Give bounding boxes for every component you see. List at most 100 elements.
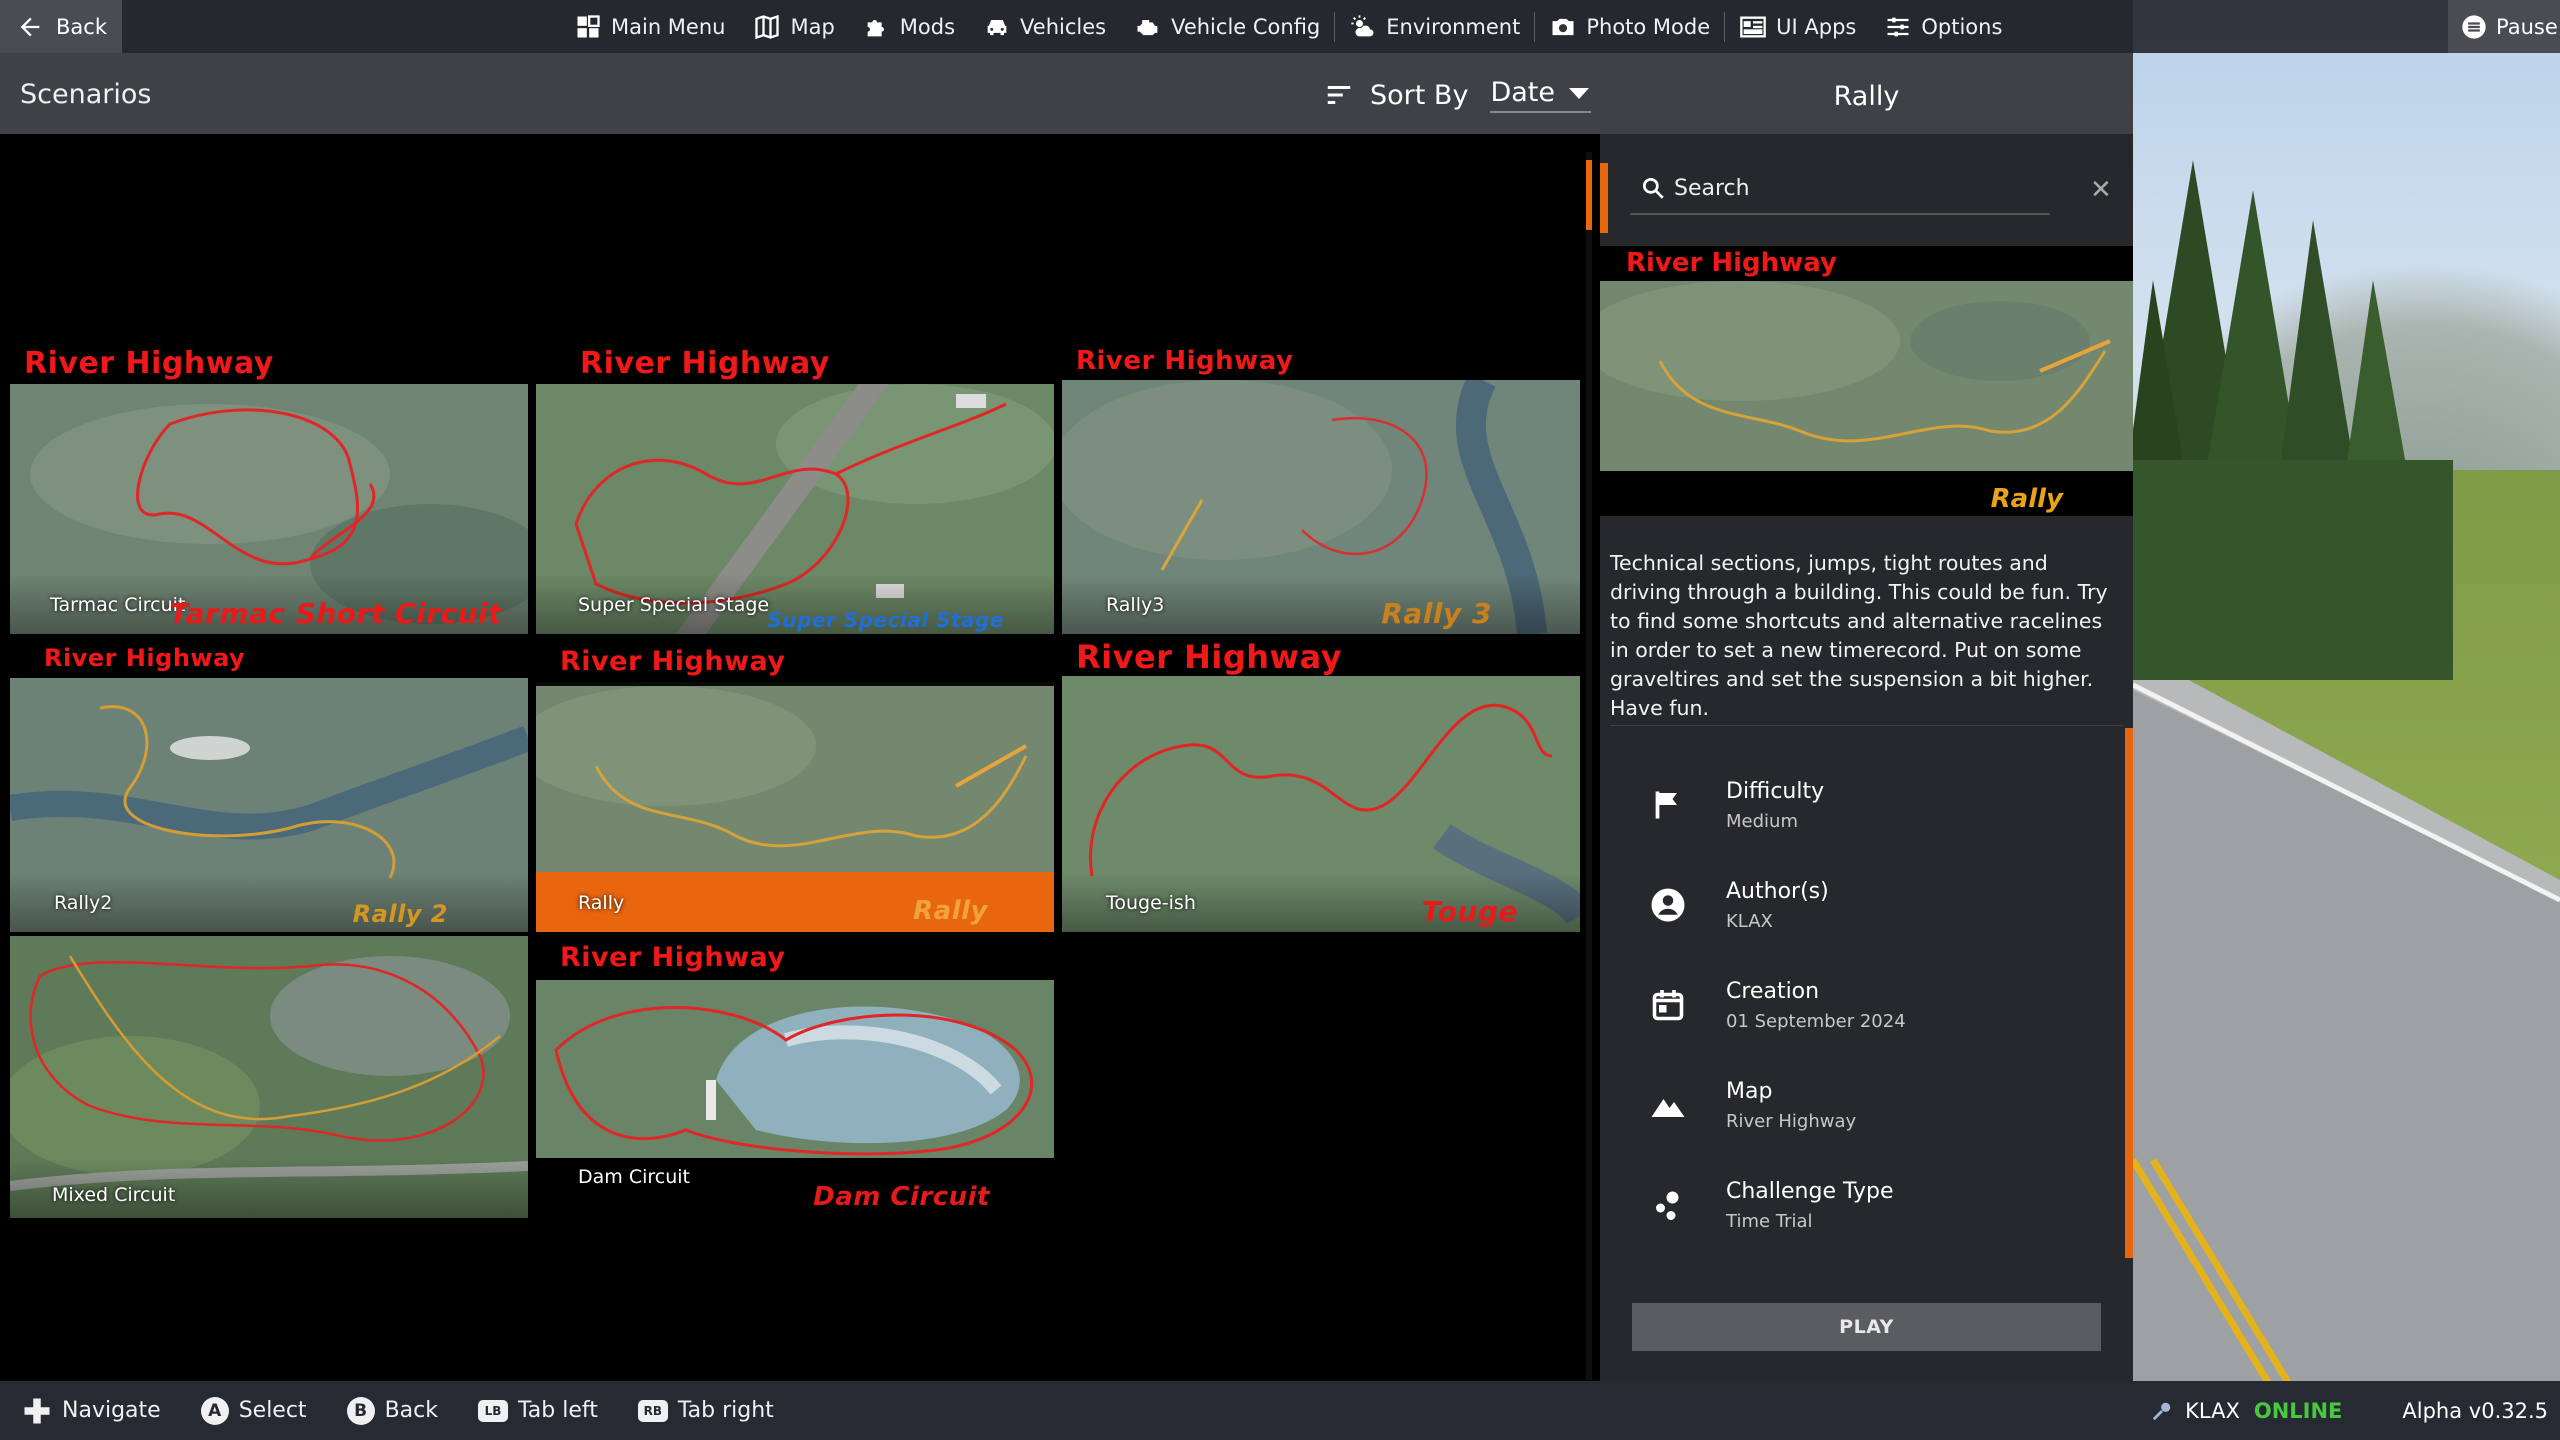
car-icon: [987, 19, 1007, 35]
scenario-tile-touge-ish[interactable]: River Highway Touge-ish Touge: [1062, 638, 1580, 932]
scenario-tile-dam-circuit[interactable]: River Highway Dam Circuit Dam Circuit: [536, 936, 1054, 1218]
scenario-description: Technical sections, jumps, tight routes …: [1610, 551, 2108, 720]
info-value: Time Trial: [1726, 1211, 1813, 1232]
game-viewport: [2133, 0, 2560, 1440]
scenario-grid: River Highway Tarmac Circuit Tarmac Shor…: [0, 134, 1584, 1381]
user-icon: [1651, 888, 1685, 922]
info-creation: Creation 01 September 2024: [1650, 977, 2090, 1037]
tile-map-name: River Highway: [24, 346, 274, 381]
ui-apps-icon: [1740, 16, 1766, 37]
tile-map-name: River Highway: [580, 346, 830, 381]
version-label: Alpha v0.32.5: [2402, 1398, 2548, 1423]
tile-scenario-logo: Tarmac Short Circuit: [169, 597, 502, 630]
info-challenge-type: Challenge Type Time Trial: [1650, 1177, 2090, 1237]
mountain-icon: [1651, 1099, 1685, 1117]
scenario-tile-super-special-stage[interactable]: River Highway Super Special Stage Super …: [536, 340, 1054, 634]
engine-icon: [1137, 19, 1158, 35]
nav-ui-apps[interactable]: UI Apps: [1725, 0, 1870, 53]
sort-value: Date: [1490, 77, 1555, 108]
search-input[interactable]: Search: [1630, 163, 2050, 215]
tile-scenario-logo: Rally: [913, 896, 988, 926]
tile-scenario-logo: Rally 3: [1381, 597, 1492, 630]
info-label: Challenge Type: [1726, 1179, 1894, 1204]
nav-map[interactable]: Map: [739, 0, 848, 53]
tile-map-name: River Highway: [560, 942, 786, 973]
b-button-icon: B: [346, 1396, 375, 1425]
sort-icon: [1327, 86, 1351, 104]
search-icon: [1642, 177, 1664, 199]
grid-scrollbar-track[interactable]: [1586, 152, 1592, 1380]
pause-button[interactable]: Pause: [2448, 0, 2560, 53]
grid-scrollbar-thumb[interactable]: [1586, 160, 1592, 230]
nav-mods[interactable]: Mods: [849, 0, 969, 53]
hint-select: A Select: [200, 1396, 307, 1425]
sliders-icon: [1887, 17, 1909, 36]
preview-map-name: River Highway: [1626, 248, 1837, 278]
divider: [1610, 725, 2123, 726]
nav-environment[interactable]: Environment: [1335, 0, 1534, 53]
info-value: Medium: [1726, 811, 1798, 832]
username: KLAX: [2185, 1398, 2240, 1423]
hint-label: Select: [238, 1398, 307, 1423]
tile-scenario-logo: Touge: [1421, 895, 1518, 928]
scenario-tile-rally3[interactable]: River Highway Rally3 Rally 3: [1062, 340, 1580, 634]
arrow-left-icon: [20, 17, 40, 36]
lb-button-icon: LB: [477, 1399, 508, 1422]
search-box[interactable]: Search ✕: [1600, 163, 2130, 233]
hint-label: Navigate: [62, 1398, 161, 1423]
sort-control[interactable]: Sort By Date: [1322, 77, 1591, 113]
challenge-icon: [1656, 1191, 1679, 1220]
tile-scenario-name: Rally2: [54, 892, 113, 914]
a-button-icon: A: [200, 1396, 229, 1425]
tile-scenario-logo: Dam Circuit: [813, 1182, 990, 1212]
calendar-icon: [1652, 990, 1684, 1021]
scenario-preview: River Highway Rally: [1600, 246, 2133, 516]
nav-photo-mode[interactable]: Photo Mode: [1535, 0, 1724, 53]
preview-scenario-logo: Rally: [1990, 484, 2063, 514]
sort-dropdown[interactable]: Date: [1490, 77, 1591, 113]
tile-map-name: River Highway: [560, 646, 786, 677]
main-menu-icon: [577, 14, 600, 37]
scenario-tile-mixed-circuit[interactable]: Mixed Circuit: [10, 936, 528, 1218]
flag-icon: [1655, 791, 1677, 819]
search-focus-accent: [1600, 163, 1608, 233]
search-placeholder: Search: [1674, 175, 1750, 201]
user-account[interactable]: KLAX: [2151, 1399, 2240, 1423]
tile-scenario-name: Touge-ish: [1106, 892, 1196, 914]
scenario-tile-rally[interactable]: River Highway Rally Rally: [536, 638, 1054, 932]
nav-vehicle-config[interactable]: Vehicle Config: [1120, 0, 1334, 53]
game-ui: Back Main Menu Map Mods Vehicles Vehicle: [0, 0, 2560, 1440]
detail-scrollbar[interactable]: [2125, 728, 2133, 1258]
info-label: Creation: [1726, 979, 1820, 1004]
back-button[interactable]: Back: [0, 0, 122, 53]
tree-line: [2133, 160, 2453, 680]
info-map: Map River Highway: [1650, 1077, 2090, 1137]
scenarios-header: Scenarios Sort By Date: [0, 53, 1600, 134]
scenario-tile-tarmac-circuit[interactable]: River Highway Tarmac Circuit Tarmac Shor…: [10, 340, 528, 634]
nav-label: Environment: [1386, 14, 1521, 39]
info-value: 01 September 2024: [1726, 1011, 1906, 1032]
info-label: Difficulty: [1726, 779, 1825, 804]
dpad-icon: [24, 1398, 50, 1423]
rb-button-icon: RB: [637, 1399, 668, 1422]
info-authors: Author(s) KLAX: [1650, 877, 2090, 937]
nav-vehicles[interactable]: Vehicles: [969, 0, 1120, 53]
scenario-tile-rally2[interactable]: River Highway Rally2 Rally 2: [10, 638, 528, 932]
nav-main-menu[interactable]: Main Menu: [560, 0, 739, 53]
play-button[interactable]: PLAY: [1632, 1303, 2101, 1351]
nav-label: Vehicles: [1020, 14, 1107, 39]
hint-label: Tab left: [517, 1398, 598, 1423]
tile-map-name: River Highway: [44, 644, 246, 672]
info-value: KLAX: [1726, 911, 1773, 932]
clear-search-icon[interactable]: ✕: [2090, 175, 2112, 205]
info-value: River Highway: [1726, 1111, 1857, 1132]
info-difficulty: Difficulty Medium: [1650, 777, 2090, 837]
top-menu-bar: Back Main Menu Map Mods Vehicles Vehicle: [0, 0, 2560, 53]
camera-icon: [1552, 18, 1574, 35]
nav-options[interactable]: Options: [1870, 0, 2016, 53]
nav-label: Options: [1921, 14, 2003, 39]
tile-scenario-name: Dam Circuit: [578, 1166, 690, 1188]
track-preview-image: [536, 980, 1054, 1170]
map-icon: [755, 14, 780, 39]
nav-label: Vehicle Config: [1171, 14, 1321, 39]
